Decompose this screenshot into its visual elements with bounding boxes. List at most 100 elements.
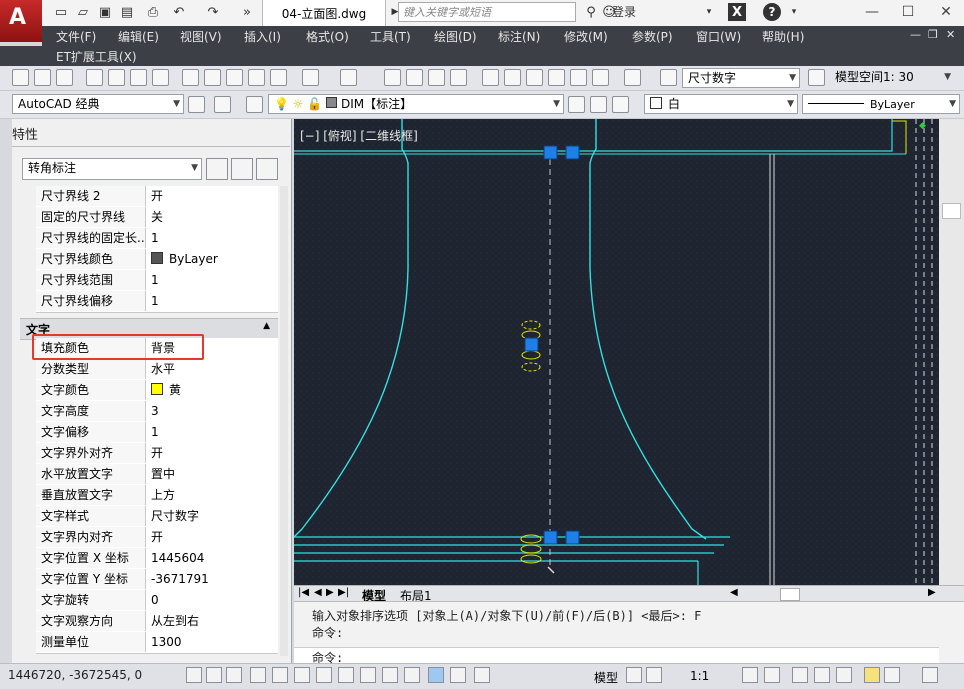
save-toolbar-icon[interactable] xyxy=(56,69,73,86)
quick-select-icon[interactable] xyxy=(256,158,278,180)
grip-handle[interactable] xyxy=(543,530,558,545)
property-value[interactable]: 0 xyxy=(147,590,278,610)
property-value[interactable]: 关 xyxy=(147,207,278,227)
select-objects-icon[interactable] xyxy=(231,158,253,180)
property-row[interactable]: 文字高度 3 xyxy=(36,401,278,423)
menu-edit[interactable]: 编辑(E) xyxy=(118,28,159,45)
ducs-icon[interactable] xyxy=(360,667,376,683)
property-value[interactable]: 1 xyxy=(147,228,278,248)
pan-icon[interactable] xyxy=(384,69,401,86)
document-tab[interactable]: 04-立面图.dwg xyxy=(262,0,386,26)
osnap-icon[interactable] xyxy=(294,667,310,683)
selection-cycling-icon[interactable] xyxy=(474,667,490,683)
menu-modify[interactable]: 修改(M) xyxy=(564,28,608,45)
lock-ui-icon[interactable] xyxy=(814,667,830,683)
auto-scale-icon[interactable] xyxy=(764,667,780,683)
paste-icon[interactable] xyxy=(226,69,243,86)
zoom-previous-icon[interactable] xyxy=(450,69,467,86)
lineweight-icon[interactable] xyxy=(404,667,420,683)
help-toolbar-icon[interactable] xyxy=(624,69,641,86)
help-dropdown-icon[interactable]: ▾ xyxy=(785,3,803,21)
property-value[interactable]: 开 xyxy=(147,443,278,463)
print-icon[interactable]: ⎙ xyxy=(144,3,162,21)
make-layer-current-icon[interactable] xyxy=(568,96,585,113)
3dprint-icon[interactable] xyxy=(152,69,169,86)
linetype-select[interactable]: ByLayer ▼ xyxy=(802,94,960,114)
scrollbar-thumb[interactable] xyxy=(942,203,961,219)
doc-restore-icon[interactable]: ❐ xyxy=(928,28,938,41)
minimize-icon[interactable]: — xyxy=(854,0,890,24)
tool-palettes-icon[interactable] xyxy=(526,69,543,86)
property-row[interactable]: 尺寸界线偏移 1 xyxy=(36,291,278,313)
hscroll-right-icon[interactable]: ▶ xyxy=(928,587,936,598)
menu-view[interactable]: 视图(V) xyxy=(180,28,222,45)
isolate-objects-icon[interactable] xyxy=(864,667,880,683)
save-as-icon[interactable]: ▤ xyxy=(118,3,136,21)
property-value[interactable]: 开 xyxy=(147,186,278,206)
open-file-icon[interactable]: ▱ xyxy=(74,3,92,21)
property-row[interactable]: 尺寸界线范围 1 xyxy=(36,270,278,292)
menu-dimension[interactable]: 标注(N) xyxy=(498,28,540,45)
undo-toolbar-icon[interactable] xyxy=(302,69,319,86)
workspace-switch-icon[interactable] xyxy=(792,667,808,683)
hardware-accel-icon[interactable] xyxy=(836,667,852,683)
grip-handle[interactable] xyxy=(565,145,580,160)
ortho-icon[interactable] xyxy=(250,667,266,683)
login-link[interactable]: 登录 xyxy=(612,3,636,20)
viewport-label[interactable]: [−] [俯视] [二维线框] xyxy=(300,127,418,144)
clean-screen-icon[interactable] xyxy=(922,667,938,683)
properties-icon[interactable] xyxy=(482,69,499,86)
more-icon[interactable]: » xyxy=(238,3,256,21)
property-row[interactable]: 尺寸界线颜色 ByLayer xyxy=(36,249,278,271)
otrack-icon[interactable] xyxy=(338,667,354,683)
multileader-style-icon[interactable] xyxy=(808,69,825,86)
command-input[interactable]: 命令: xyxy=(294,647,939,665)
quick-properties-icon[interactable] xyxy=(450,667,466,683)
markup-icon[interactable] xyxy=(570,69,587,86)
viewcube-icon[interactable]: ◆ xyxy=(919,121,931,131)
property-row[interactable]: 测量单位 1300 xyxy=(36,632,278,654)
property-row[interactable]: 文字位置 Y 坐标 -3671791 xyxy=(36,569,278,591)
property-row[interactable]: 文字样式 尺寸数字 xyxy=(36,506,278,528)
property-value[interactable]: 黄 xyxy=(147,380,278,400)
property-value[interactable]: 尺寸数字 xyxy=(147,506,278,526)
hscroll-left-icon[interactable]: ◀ xyxy=(730,587,738,598)
layer-states-icon[interactable] xyxy=(612,96,629,113)
quick-view-drawings-icon[interactable] xyxy=(646,667,662,683)
chevron-down-icon[interactable]: ▾ xyxy=(700,3,718,21)
property-row[interactable]: 文字界外对齐开 xyxy=(36,443,278,465)
space-scale-select[interactable]: 模型空间1: 30 ▼ xyxy=(830,68,954,88)
property-row[interactable]: 文字界内对齐开 xyxy=(36,527,278,549)
annotation-scale[interactable]: 1:1 xyxy=(690,669,709,683)
transparency-icon[interactable] xyxy=(428,667,444,683)
property-value[interactable]: 从左到右 xyxy=(147,611,278,631)
drawing-viewport[interactable]: [−] [俯视] [二维线框] ◆ xyxy=(294,119,939,585)
cut-icon[interactable] xyxy=(182,69,199,86)
new-file-icon[interactable]: ▭ xyxy=(52,3,70,21)
grip-handle[interactable] xyxy=(543,145,558,160)
property-value[interactable]: 上方 xyxy=(147,485,278,505)
polar-icon[interactable] xyxy=(272,667,288,683)
menu-format[interactable]: 格式(O) xyxy=(306,28,349,45)
doc-minimize-icon[interactable]: — xyxy=(910,28,921,41)
menu-draw[interactable]: 绘图(D) xyxy=(434,28,477,45)
sheet-set-icon[interactable] xyxy=(548,69,565,86)
property-value[interactable]: 水平 xyxy=(147,359,278,379)
workspace-settings-icon[interactable] xyxy=(214,96,231,113)
gear-icon[interactable] xyxy=(188,96,205,113)
publish-icon[interactable] xyxy=(130,69,147,86)
application-menu-button[interactable]: A xyxy=(0,0,42,42)
menu-file[interactable]: 文件(F) xyxy=(56,28,96,45)
workspace-select[interactable]: AutoCAD 经典 ▼ xyxy=(12,94,184,114)
property-value[interactable]: 1445604 xyxy=(147,548,278,568)
property-row[interactable]: 文字颜色 黄 xyxy=(36,380,278,402)
qnew-icon[interactable] xyxy=(12,69,29,86)
search-input[interactable]: 键入关键字或短语 xyxy=(398,2,576,22)
property-value[interactable]: 1 xyxy=(147,422,278,442)
exchange-icon[interactable]: X xyxy=(728,3,746,21)
snap-icon[interactable] xyxy=(206,667,222,683)
property-row[interactable]: 文字观察方向 从左到右 xyxy=(36,611,278,633)
tab-nav-last-icon[interactable]: ▶| xyxy=(338,587,349,598)
property-value[interactable]: 1300 xyxy=(147,632,278,652)
property-value[interactable]: -3671791 xyxy=(147,569,278,589)
